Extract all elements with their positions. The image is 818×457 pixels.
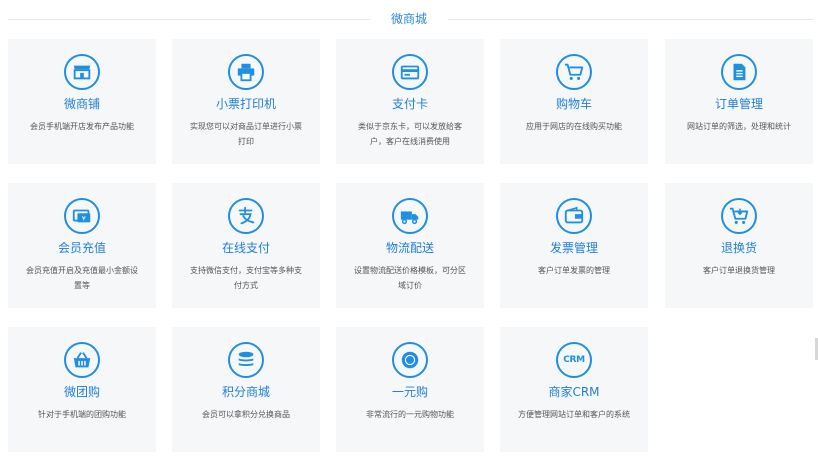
card-title: 小票打印机 <box>215 97 276 111</box>
card-receipt-printer[interactable]: 小票打印机 实现您可以对商品订单进行小票打印 <box>172 39 320 164</box>
card-description: 实现您可以对商品订单进行小票打印 <box>190 122 302 146</box>
card-title: 物流配送 <box>385 241 434 255</box>
card-title: 退换货 <box>720 241 757 255</box>
return-cart-icon <box>721 198 757 234</box>
card-online-payment[interactable]: 在线支付 支持微信支付，支付宝等多种支付方式 <box>172 183 320 308</box>
alipay-icon <box>228 198 264 234</box>
crm-icon: CRM <box>556 342 592 378</box>
card-description: 会员充值开启及充值最小金额设置等 <box>26 266 138 290</box>
card-merchant-crm[interactable]: CRM 商家CRM 方便管理网站订单和客户的系统 <box>500 327 648 452</box>
card-description: 网站订单的筛选，处理和统计 <box>687 122 791 131</box>
card-description: 客户订单退换货管理 <box>703 266 775 275</box>
card-returns[interactable]: 退换货 客户订单退换货管理 <box>665 183 813 308</box>
card-description: 非常流行的一元购物功能 <box>366 410 454 419</box>
card-group-buy[interactable]: 微团购 针对于手机端的团购功能 <box>8 327 156 452</box>
card-title: 发票管理 <box>549 241 598 255</box>
card-description: 方便管理网站订单和客户的系统 <box>518 410 630 419</box>
card-title: 一元购 <box>391 385 428 399</box>
divider-left <box>8 19 370 20</box>
card-payment-card[interactable]: 支付卡 类似于京东卡，可以发放给客户，客户在线消费使用 <box>336 39 484 164</box>
delivery-truck-icon <box>392 198 428 234</box>
card-order-management[interactable]: 订单管理 网站订单的筛选，处理和统计 <box>665 39 813 164</box>
card-description: 会员可以拿积分兑换商品 <box>202 410 290 419</box>
shopping-cart-icon <box>556 54 592 90</box>
card-one-yuan-buy[interactable]: 一元购 非常流行的一元购物功能 <box>336 327 484 452</box>
payment-card-icon <box>392 54 428 90</box>
svg-text:¥: ¥ <box>82 215 86 223</box>
printer-icon <box>228 54 264 90</box>
card-title: 商家CRM <box>548 385 600 399</box>
card-points-mall[interactable]: 积分商城 会员可以拿积分兑换商品 <box>172 327 320 452</box>
order-document-icon <box>721 54 757 90</box>
card-title: 积分商城 <box>221 385 270 399</box>
card-title: 支付卡 <box>391 97 428 111</box>
card-title: 订单管理 <box>714 97 763 111</box>
crm-icon-text: CRM <box>563 355 585 365</box>
coin-stack-icon <box>228 342 264 378</box>
store-icon <box>64 54 100 90</box>
card-wei-shang-pu[interactable]: 微商铺 会员手机端开店发布产品功能 <box>8 39 156 164</box>
card-shopping-cart[interactable]: 购物车 应用于网店的在线购买功能 <box>500 39 648 164</box>
card-title: 微商铺 <box>63 97 100 111</box>
circle-dot-icon <box>392 342 428 378</box>
card-description: 会员手机端开店发布产品功能 <box>30 122 134 131</box>
card-description: 支持微信支付，支付宝等多种支付方式 <box>190 266 302 290</box>
section-header: 微商城 <box>0 0 818 38</box>
wallet-icon <box>556 198 592 234</box>
card-description: 针对于手机端的团购功能 <box>38 410 126 419</box>
card-description: 客户订单发票的管理 <box>538 266 610 275</box>
card-title: 购物车 <box>555 97 592 111</box>
card-description: 应用于网店的在线购买功能 <box>526 122 622 131</box>
card-title: 会员充值 <box>57 241 106 255</box>
card-member-recharge[interactable]: ¥ 会员充值 会员充值开启及充值最小金额设置等 <box>8 183 156 308</box>
divider-right <box>448 19 814 20</box>
card-title: 微团购 <box>63 385 100 399</box>
card-logistics[interactable]: 物流配送 设置物流配送价格模板，可分区域订价 <box>336 183 484 308</box>
basket-icon <box>64 342 100 378</box>
recharge-icon: ¥ <box>64 198 100 234</box>
card-title: 在线支付 <box>221 241 270 255</box>
card-description: 设置物流配送价格模板，可分区域订价 <box>354 266 466 290</box>
card-invoice-management[interactable]: 发票管理 客户订单发票的管理 <box>500 183 648 308</box>
card-description: 类似于京东卡，可以发放给客户，客户在线消费使用 <box>358 122 462 146</box>
section-title: 微商城 <box>390 12 427 26</box>
